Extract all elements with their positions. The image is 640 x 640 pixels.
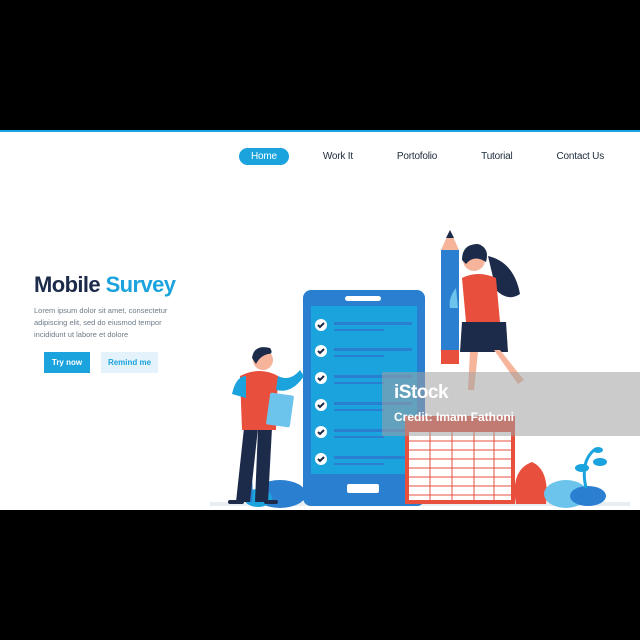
woman-with-pencil-icon [441,230,524,390]
watermark-credit: Credit: Imam Fathoni [394,410,515,424]
landing-page: Home Work It Portofolio Tutorial Contact… [0,130,640,510]
survey-illustration [210,230,630,508]
watermark-logo: iStock [394,382,449,403]
right-plants-icon [514,447,607,508]
man-with-clipboard-icon [228,347,304,504]
